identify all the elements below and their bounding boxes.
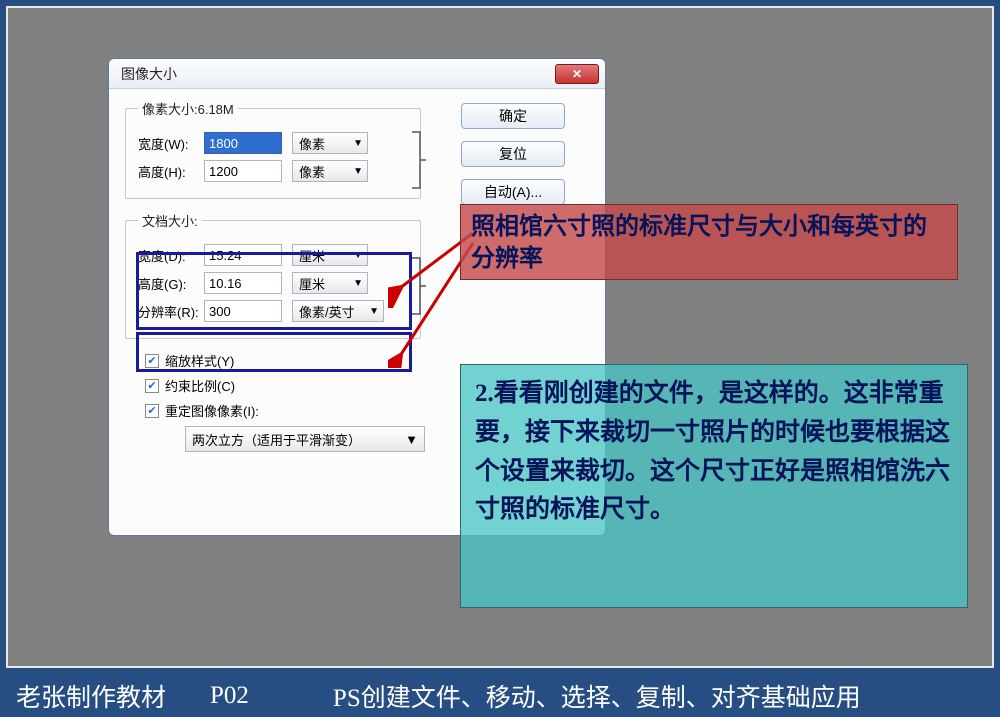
doc-height-row: 高度(G): 厘米 ▼ [138, 272, 408, 294]
resolution-input[interactable] [204, 300, 282, 322]
checkbox-icon: ✔ [145, 404, 159, 418]
doc-width-unit-select[interactable]: 厘米 ▼ [292, 244, 368, 266]
callout-cyan: 2.看看刚创建的文件，是这样的。这非常重要，接下来裁切一寸照片的时候也要根据这个… [460, 364, 968, 608]
unit-label: 厘米 [299, 274, 325, 293]
doc-height-label: 高度(G): [138, 274, 204, 293]
resolution-unit-select[interactable]: 像素/英寸 ▼ [292, 300, 384, 322]
interpolation-select[interactable]: 两次立方（适用于平滑渐变） ▼ [185, 426, 425, 452]
resolution-row: 分辨率(R): 像素/英寸 ▼ [138, 300, 408, 322]
pixel-width-input[interactable] [204, 132, 282, 154]
chevron-down-icon: ▼ [353, 166, 363, 177]
chevron-down-icon: ▼ [353, 278, 363, 289]
pixel-height-label: 高度(H): [138, 162, 204, 181]
footer-author: 老张制作教材 [16, 678, 166, 714]
chevron-down-icon: ▼ [405, 432, 418, 447]
footer-bar: 老张制作教材 P02 PS创建文件、移动、选择、复制、对齐基础应用 [0, 674, 1000, 717]
doc-height-unit-select[interactable]: 厘米 ▼ [292, 272, 368, 294]
unit-label: 像素 [299, 134, 325, 153]
link-bracket-icon [410, 256, 428, 316]
unit-label: 厘米 [299, 246, 325, 265]
doc-legend: 文档大小: [138, 211, 202, 230]
dialog-titlebar: 图像大小 ✕ [109, 59, 605, 89]
auto-button[interactable]: 自动(A)... [461, 179, 565, 205]
document-size-group: 文档大小: 宽度(D): 厘米 ▼ 高度(G): 厘米 ▼ [125, 211, 421, 339]
close-button[interactable]: ✕ [555, 64, 599, 84]
link-bracket-icon [410, 130, 428, 190]
resample-label: 重定图像像素(I): [165, 401, 259, 420]
chevron-down-icon: ▼ [353, 138, 363, 149]
chevron-down-icon: ▼ [369, 306, 379, 317]
checkbox-icon: ✔ [145, 379, 159, 393]
dialog-buttons: 确定 复位 自动(A)... [461, 103, 565, 205]
canvas-area: 图像大小 ✕ 像素大小:6.18M 宽度(W): 像素 ▼ 高度(H): [6, 6, 994, 668]
pixel-legend: 像素大小:6.18M [138, 99, 238, 118]
pixel-width-label: 宽度(W): [138, 134, 204, 153]
footer-title: PS创建文件、移动、选择、复制、对齐基础应用 [333, 678, 861, 714]
unit-label: 像素 [299, 162, 325, 181]
pixel-height-unit-select[interactable]: 像素 ▼ [292, 160, 368, 182]
pixel-width-unit-select[interactable]: 像素 ▼ [292, 132, 368, 154]
doc-width-row: 宽度(D): 厘米 ▼ [138, 244, 408, 266]
footer-page: P02 [210, 682, 249, 710]
reset-button[interactable]: 复位 [461, 141, 565, 167]
pixel-dimensions-group: 像素大小:6.18M 宽度(W): 像素 ▼ 高度(H): 像素 ▼ [125, 99, 421, 199]
doc-height-input[interactable] [204, 272, 282, 294]
interpolation-label: 两次立方（适用于平滑渐变） [192, 430, 361, 449]
close-icon: ✕ [572, 67, 582, 81]
doc-width-label: 宽度(D): [138, 246, 204, 265]
pixel-width-row: 宽度(W): 像素 ▼ [138, 132, 408, 154]
checkbox-icon: ✔ [145, 354, 159, 368]
callout-red: 照相馆六寸照的标准尺寸与大小和每英寸的分辨率 [460, 204, 958, 280]
ok-button[interactable]: 确定 [461, 103, 565, 129]
dialog-title: 图像大小 [121, 64, 555, 84]
constrain-label: 约束比例(C) [165, 376, 235, 395]
scale-styles-label: 缩放样式(Y) [165, 351, 234, 370]
doc-width-input[interactable] [204, 244, 282, 266]
chevron-down-icon: ▼ [353, 250, 363, 261]
pixel-height-row: 高度(H): 像素 ▼ [138, 160, 408, 182]
unit-label: 像素/英寸 [299, 302, 355, 321]
resolution-label: 分辨率(R): [138, 302, 204, 321]
pixel-height-input[interactable] [204, 160, 282, 182]
